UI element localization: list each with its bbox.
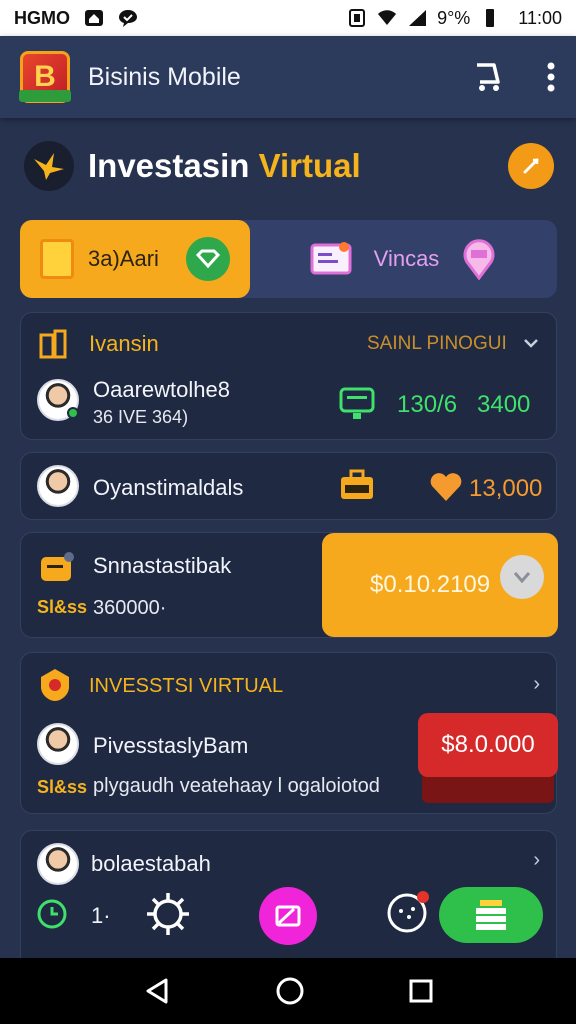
clock: 11:00 — [518, 7, 562, 28]
chat-notification-icon — [119, 10, 137, 27]
counter-value: 1· — [91, 903, 111, 928]
amount-button[interactable]: $8.0.000 — [418, 713, 558, 777]
location-pin-icon — [463, 239, 495, 280]
app-title: Bisinis Mobile — [88, 62, 241, 91]
tab-vincas[interactable]: Vincas — [250, 220, 557, 298]
back-icon[interactable] — [142, 976, 172, 1006]
chat-bubble-icon[interactable] — [385, 887, 433, 937]
metric-value-secondary: 3400 — [477, 391, 531, 418]
card-heading: INVESSTSI VIRTUAL — [89, 675, 284, 697]
label-prefix: Sl&ss — [37, 597, 88, 617]
hero-header: Investasin Virtual — [24, 140, 554, 192]
sort-label[interactable]: SAINL PINOGUI — [367, 333, 507, 355]
media-button[interactable] — [259, 887, 317, 945]
arrow-circle-icon[interactable] — [500, 555, 544, 599]
title-part-accent: Virtual — [258, 147, 361, 184]
app-logo[interactable]: B — [19, 51, 71, 103]
title-part-main: Investasin — [88, 147, 250, 184]
avatar — [37, 465, 79, 507]
briefcase-icon — [341, 469, 373, 499]
wifi-icon — [378, 10, 397, 25]
amount-value: $8.0.000 — [441, 731, 535, 758]
heart-icon — [430, 473, 462, 501]
avatar — [37, 379, 79, 421]
system-nav-bar — [0, 958, 576, 1024]
home-notification-icon — [85, 10, 103, 26]
battery-label: 9°% — [437, 7, 471, 28]
virtual-investment-card[interactable]: INVESSTSI VIRTUAL › PivesstaslyBam Sl&ss… — [20, 652, 558, 814]
settings-gear-icon[interactable] — [145, 891, 191, 937]
chevron-right-icon[interactable]: › — [533, 849, 540, 872]
logo-strip — [19, 90, 71, 102]
metric-value: 130/6 — [397, 391, 458, 418]
person-name: Oaarewtolhe8 — [93, 377, 230, 402]
home-icon[interactable] — [275, 976, 305, 1006]
carrier-label: HGMO — [14, 7, 70, 28]
edit-button[interactable] — [508, 143, 554, 189]
pencil-icon — [523, 158, 539, 174]
online-indicator — [67, 407, 79, 419]
tab-saari[interactable]: 3a)Aari — [20, 220, 250, 298]
browser-icon — [310, 242, 352, 275]
logo-letter: B — [34, 60, 56, 93]
balance-card[interactable]: Snnastastibak Sl&ss 360000· $0.10.2109 — [20, 532, 558, 638]
person-name: bolaestabah — [91, 851, 211, 876]
tab-label: 3a)Aari — [88, 246, 159, 271]
document-icon — [40, 239, 74, 279]
chevron-down-icon[interactable] — [523, 337, 539, 349]
investment-card[interactable]: Ivansin SAINL PINOGUI Oaarewtolhe8 36 IV… — [20, 312, 557, 440]
description-text: plygaudh veatehaay l ogaloiotod — [93, 775, 380, 797]
card-heading: Ivansin — [89, 331, 159, 356]
cart-icon[interactable] — [472, 60, 506, 94]
amount-value: $0.10.2109 — [370, 571, 491, 598]
battery-icon — [486, 9, 495, 27]
nfc-icon — [349, 9, 366, 27]
label-prefix: Sl&ss — [37, 777, 88, 797]
monitor-icon — [339, 387, 375, 419]
avatar — [37, 843, 79, 885]
person-subtitle: 36 IVE 364) — [93, 407, 189, 427]
signal-icon — [409, 10, 427, 26]
image-icon — [275, 905, 301, 927]
check-badge-icon — [186, 237, 230, 281]
avatar — [37, 723, 79, 765]
card-title: Snnastastibak — [93, 553, 232, 578]
alert-shield-icon — [41, 669, 69, 701]
building-icon — [39, 329, 67, 359]
more-options-icon[interactable] — [546, 62, 556, 92]
bird-logo-icon — [24, 141, 74, 191]
tab-bar: 3a)Aari Vincas — [20, 220, 557, 298]
activity-card[interactable]: bolaestabah › 1· — [20, 830, 557, 970]
cash-stack-icon — [476, 900, 506, 930]
amount-panel[interactable]: $0.10.2109 — [322, 533, 558, 637]
page-title: Investasin Virtual — [88, 147, 361, 185]
wallet-icon — [41, 552, 74, 581]
status-bar: HGMO 9°% 11:00 — [0, 0, 576, 36]
person-name: PivesstaslyBam — [93, 733, 249, 758]
investment-card[interactable]: Oyanstimaldals 13,000 — [20, 452, 557, 520]
tab-label: Vincas — [373, 246, 440, 271]
recents-icon[interactable] — [408, 978, 434, 1004]
wallet-action-button[interactable] — [439, 887, 543, 943]
timer-icon[interactable] — [35, 897, 69, 931]
app-bar: B Bisinis Mobile — [0, 36, 576, 118]
chevron-right-icon[interactable]: › — [533, 673, 540, 696]
balance-subvalue: 360000· — [93, 597, 167, 619]
value-label: 13,000 — [469, 475, 543, 502]
person-name: Oyanstimaldals — [93, 475, 244, 500]
